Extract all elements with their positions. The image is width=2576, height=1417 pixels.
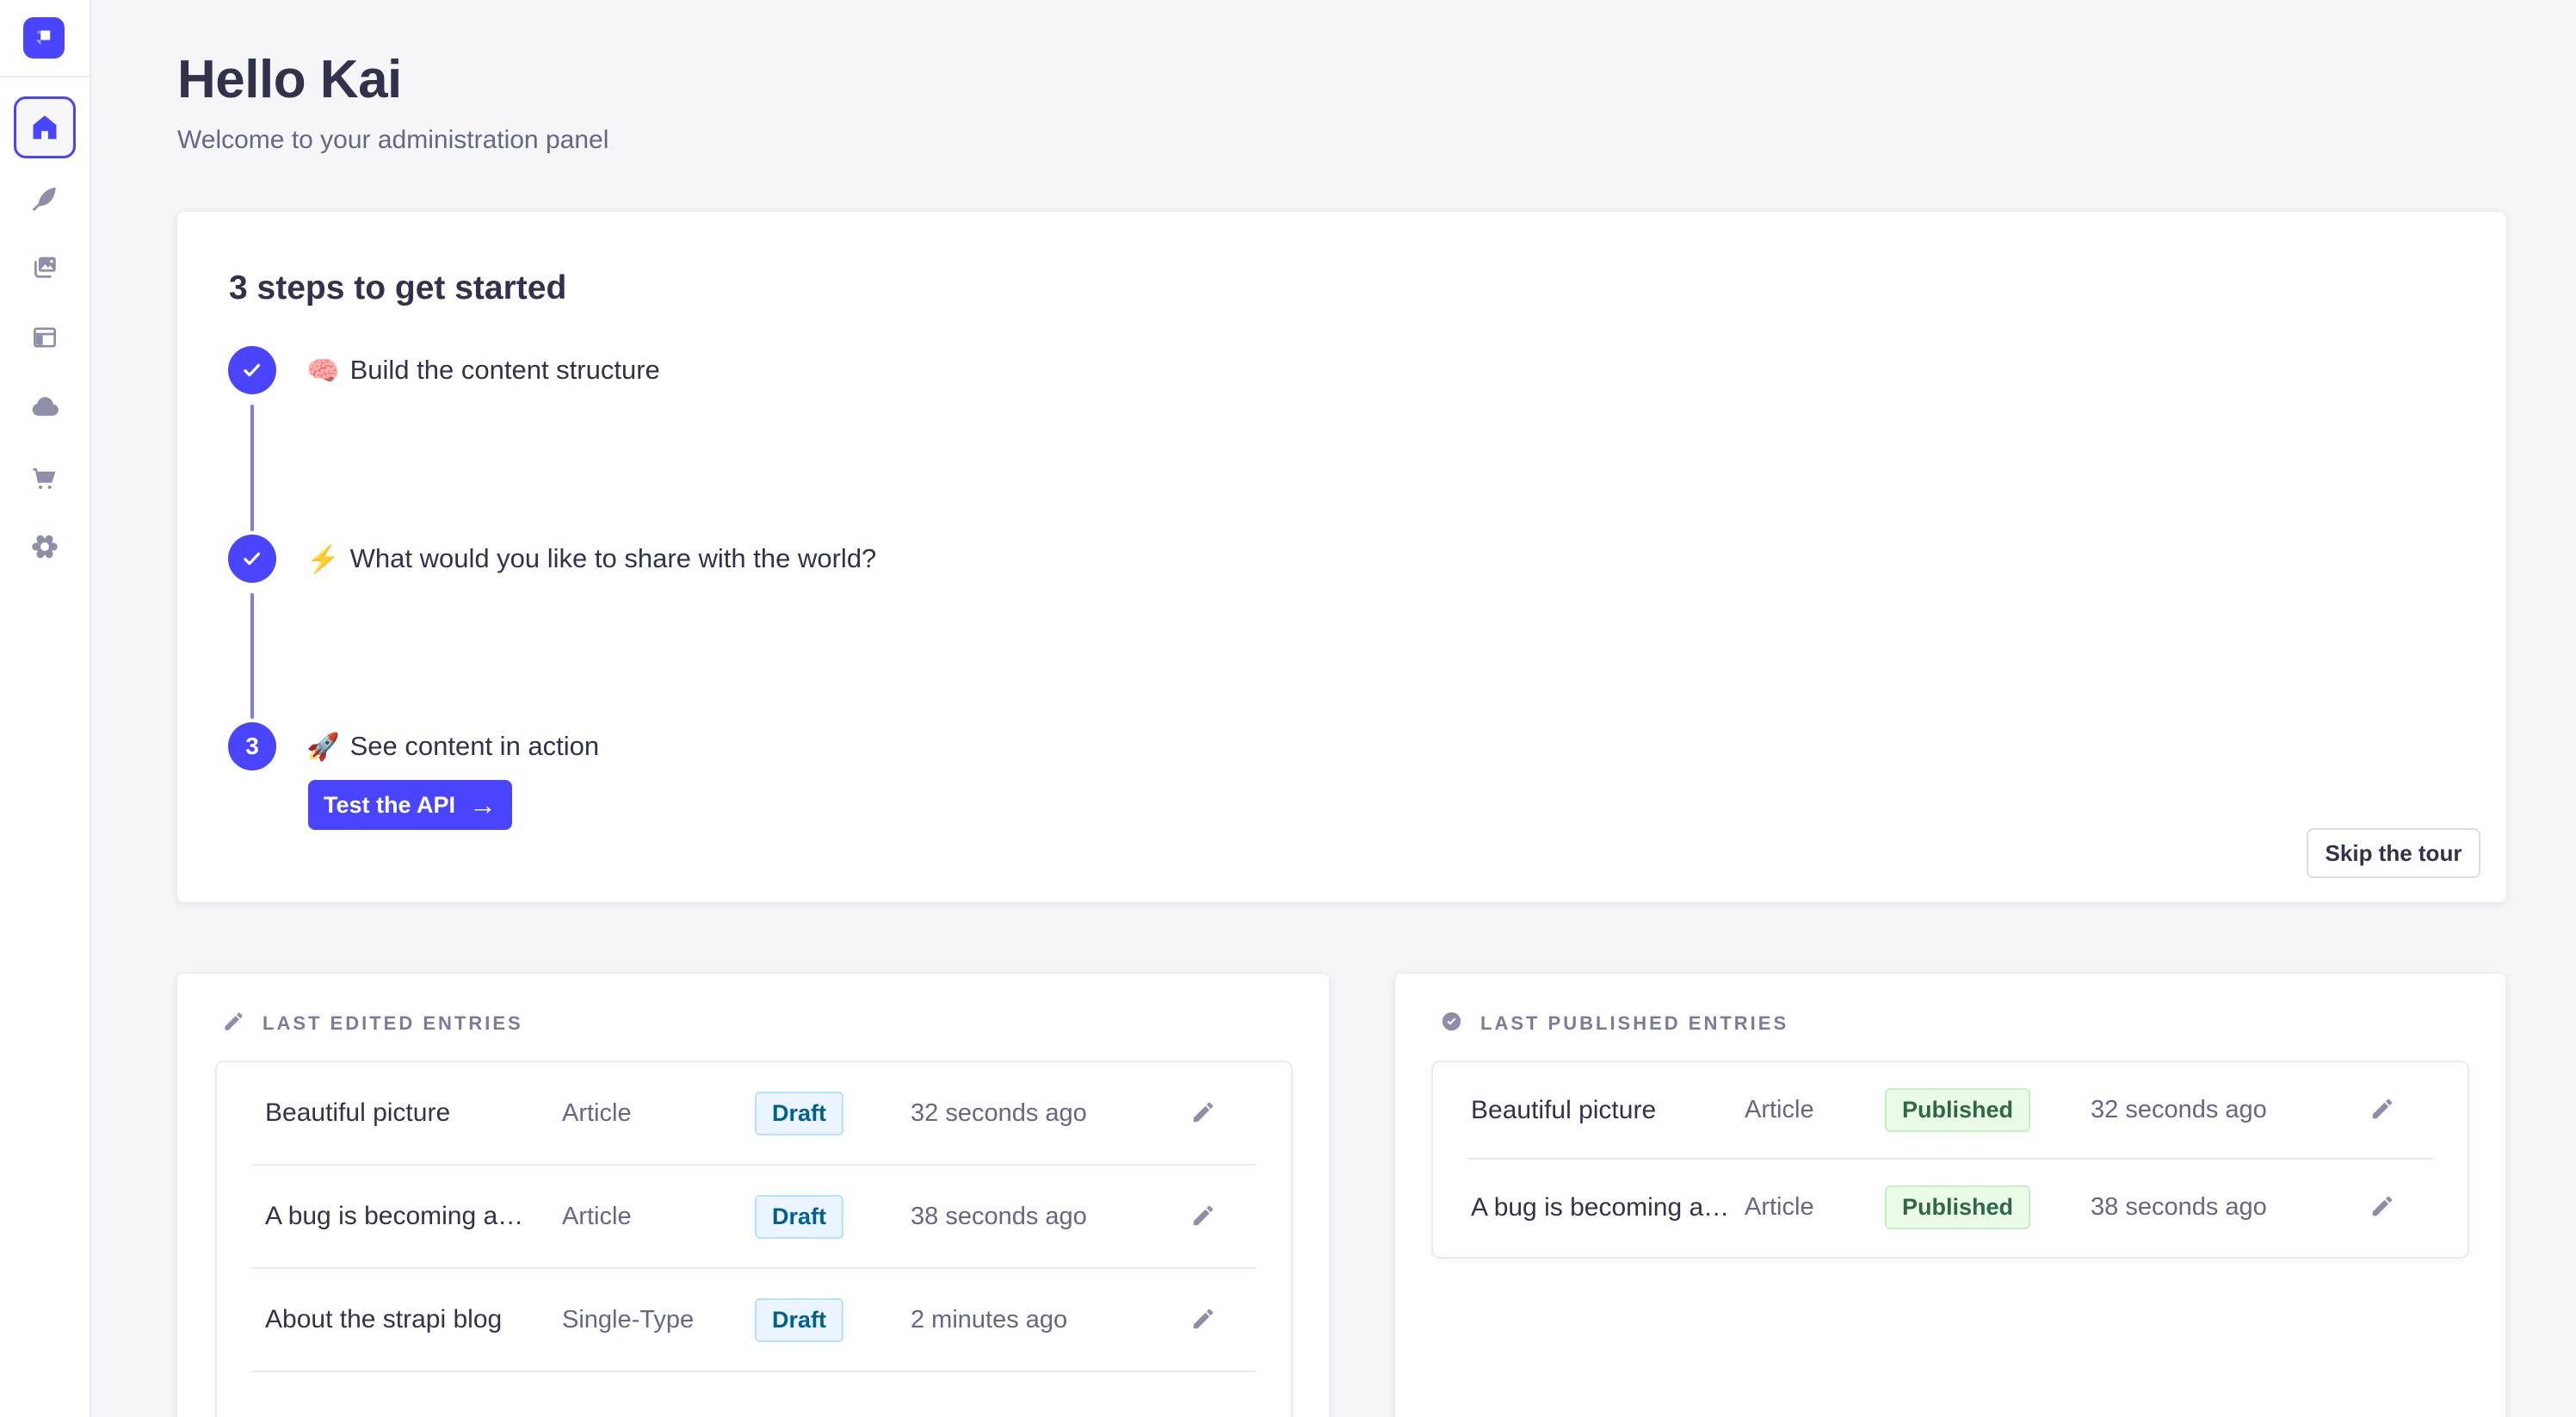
sidebar-item-media-library[interactable] xyxy=(14,236,76,298)
page-subtitle: Welcome to your administration panel xyxy=(177,124,608,157)
step-1-check-circle xyxy=(228,346,276,394)
pencil-icon xyxy=(222,1010,245,1037)
check-circle-icon xyxy=(1440,1010,1463,1037)
pencil-icon xyxy=(1190,1203,1216,1231)
last-published-entries-header: LAST PUBLISHED ENTRIES xyxy=(1440,1010,1788,1037)
pencil-icon xyxy=(1190,1099,1216,1128)
sidebar-item-marketplace[interactable] xyxy=(14,447,76,509)
table-row: A bug is becoming a… Article Published 3… xyxy=(1433,1160,2468,1255)
last-edited-entries-table: Beautiful picture Article Draft 32 secon… xyxy=(215,1061,1293,1417)
page-title: Hello Kai xyxy=(177,50,402,110)
sidebar-item-content-type-builder[interactable] xyxy=(14,306,76,368)
last-edited-entries-header: LAST EDITED ENTRIES xyxy=(222,1010,523,1037)
table-row: Beautiful picture Article Draft 32 secon… xyxy=(217,1062,1291,1164)
shopping-cart-icon xyxy=(29,462,60,493)
entry-type: Article xyxy=(562,1203,755,1231)
status-badge: Draft xyxy=(755,1195,843,1239)
entry-title: About the strapi blog xyxy=(265,1305,562,1334)
table-row: Beautiful picture Article Published 32 s… xyxy=(1433,1062,2468,1158)
pencil-icon xyxy=(2369,1096,2395,1124)
arrow-right-icon: → xyxy=(469,791,497,819)
check-icon xyxy=(239,546,265,572)
status-badge: Draft xyxy=(755,1298,843,1342)
entry-type: Article xyxy=(1745,1193,1885,1222)
sidebar-item-home[interactable] xyxy=(14,96,76,158)
lightning-emoji-icon: ⚡ xyxy=(306,543,340,575)
table-row: A bug is becoming a… Article Draft 38 se… xyxy=(217,1166,1291,1267)
entry-time: 38 seconds ago xyxy=(2091,1193,2363,1222)
sidebar xyxy=(0,0,91,1417)
rocket-emoji-icon: 🚀 xyxy=(306,731,340,763)
edit-entry-button[interactable] xyxy=(2363,1189,2401,1227)
media-library-icon xyxy=(30,252,59,282)
sidebar-divider xyxy=(0,76,90,77)
brain-emoji-icon: 🧠 xyxy=(306,355,340,387)
sidebar-item-settings[interactable] xyxy=(14,516,76,578)
edit-entry-button[interactable] xyxy=(2363,1092,2401,1129)
table-row: About the strapi blog Single-Type Draft … xyxy=(217,1269,1291,1371)
last-published-entries-table: Beautiful picture Article Published 32 s… xyxy=(1431,1061,2469,1259)
step-3-label: 🚀 See content in action xyxy=(306,722,599,770)
getting-started-card: 3 steps to get started 🧠 Build the conte… xyxy=(177,212,2506,902)
entry-type: Article xyxy=(562,1099,755,1128)
home-icon xyxy=(29,112,60,143)
last-published-entries-panel: LAST PUBLISHED ENTRIES Beautiful picture… xyxy=(1395,974,2505,1417)
layout-builder-icon xyxy=(30,323,59,352)
entry-type: Single-Type xyxy=(562,1306,755,1334)
entry-time: 32 seconds ago xyxy=(911,1099,1184,1128)
pencil-icon xyxy=(1190,1306,1216,1334)
status-badge: Published xyxy=(1885,1088,2030,1132)
last-edited-entries-panel: LAST EDITED ENTRIES Beautiful picture Ar… xyxy=(177,974,1329,1417)
entry-time: 38 seconds ago xyxy=(911,1203,1184,1231)
step-3-number-circle: 3 xyxy=(228,722,276,770)
step-2-label: ⚡ What would you like to share with the … xyxy=(306,535,876,583)
entry-time: 32 seconds ago xyxy=(2091,1096,2363,1124)
edit-entry-button[interactable] xyxy=(1184,1197,1222,1235)
edit-entry-button[interactable] xyxy=(1184,1094,1222,1132)
edit-entry-button[interactable] xyxy=(1184,1301,1222,1339)
step-2-check-circle xyxy=(228,535,276,583)
entry-title: Beautiful picture xyxy=(265,1098,562,1128)
strapi-logo-icon xyxy=(31,24,57,53)
gear-icon xyxy=(29,531,60,562)
status-badge: Draft xyxy=(755,1092,843,1135)
entry-time: 2 minutes ago xyxy=(911,1306,1184,1334)
row-divider xyxy=(251,1371,1257,1372)
strapi-logo[interactable] xyxy=(23,17,65,59)
check-icon xyxy=(239,357,265,383)
strapi-admin-homepage: Hello Kai Welcome to your administration… xyxy=(0,0,2576,1417)
feather-pen-icon xyxy=(30,183,59,213)
pencil-icon xyxy=(2369,1193,2395,1222)
status-badge: Published xyxy=(1885,1185,2030,1229)
cloud-icon xyxy=(28,391,61,424)
sidebar-item-content-manager[interactable] xyxy=(14,167,76,229)
sidebar-item-cloud[interactable] xyxy=(14,376,76,438)
entry-type: Article xyxy=(1745,1096,1885,1124)
skip-the-tour-button[interactable]: Skip the tour xyxy=(2307,828,2480,878)
step-1-label: 🧠 Build the content structure xyxy=(306,346,660,394)
tour-title: 3 steps to get started xyxy=(229,269,566,308)
step-connector-line xyxy=(250,405,254,531)
test-the-api-button[interactable]: Test the API → xyxy=(308,780,512,830)
entry-title: Beautiful picture xyxy=(1471,1096,1745,1125)
entry-title: A bug is becoming a… xyxy=(265,1202,562,1231)
entry-title: A bug is becoming a… xyxy=(1471,1193,1745,1222)
step-connector-line xyxy=(250,593,254,719)
